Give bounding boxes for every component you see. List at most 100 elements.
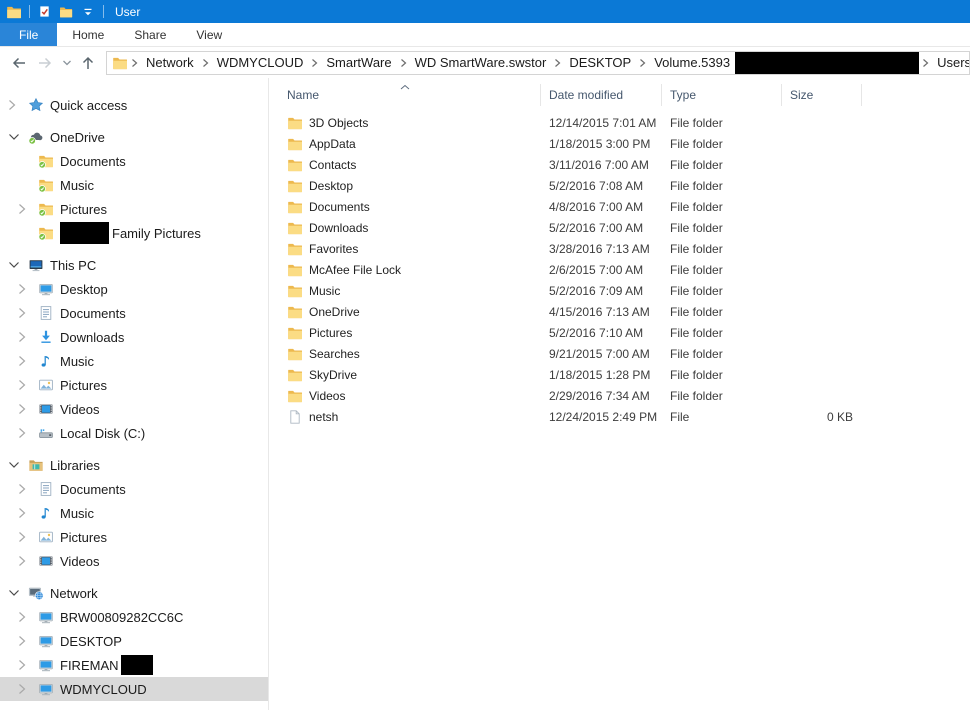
- file-row[interactable]: OneDrive 4/15/2016 7:13 AM File folder: [269, 301, 970, 322]
- sidebar-item-onedrive[interactable]: OneDrive: [0, 125, 268, 149]
- file-name: AppData: [309, 136, 356, 151]
- breadcrumb-network[interactable]: Network: [141, 55, 199, 70]
- sidebar-item-music[interactable]: Music: [0, 173, 268, 197]
- sidebar-item-label: Local Disk (C:): [60, 425, 146, 441]
- file-row[interactable]: Videos 2/29/2016 7:34 AM File folder: [269, 385, 970, 406]
- file-date-modified: 2/6/2015 7:00 AM: [549, 262, 644, 277]
- expander-collapsed-icon[interactable]: [18, 325, 38, 349]
- address-bar[interactable]: Network WDMYCLOUD SmartWare WD SmartWare.sw…: [106, 50, 970, 75]
- sidebar-item-family-pictures[interactable]: Family Pictures: [0, 221, 268, 245]
- expander-collapsed-icon[interactable]: [18, 605, 38, 629]
- up-arrow-icon[interactable]: [80, 55, 96, 71]
- expander-expanded-icon[interactable]: [8, 453, 28, 477]
- sidebar-item-pictures[interactable]: Pictures: [0, 373, 268, 397]
- computer-icon: [38, 609, 54, 625]
- synced-folder-icon: [38, 225, 54, 241]
- file-row[interactable]: SkyDrive 1/18/2015 1:28 PM File folder: [269, 364, 970, 385]
- column-header-type[interactable]: Type: [662, 84, 782, 106]
- sidebar-item-documents[interactable]: Documents: [0, 477, 268, 501]
- sidebar-item-fireman[interactable]: FIREMAN: [0, 653, 268, 677]
- sidebar-item-desktop[interactable]: DESKTOP: [0, 629, 268, 653]
- qat-new-folder-icon[interactable]: [57, 3, 75, 21]
- file-row[interactable]: Contacts 3/11/2016 7:00 AM File folder: [269, 154, 970, 175]
- expander-collapsed-icon[interactable]: [18, 277, 38, 301]
- column-header-date-modified[interactable]: Date modified: [541, 84, 662, 106]
- file-row[interactable]: Downloads 5/2/2016 7:00 AM File folder: [269, 217, 970, 238]
- sidebar-item-libraries[interactable]: Libraries: [0, 453, 268, 477]
- file-row[interactable]: Music 5/2/2016 7:09 AM File folder: [269, 280, 970, 301]
- file-row[interactable]: Desktop 5/2/2016 7:08 AM File folder: [269, 175, 970, 196]
- expander-collapsed-icon[interactable]: [18, 373, 38, 397]
- expander-collapsed-icon[interactable]: [18, 477, 38, 501]
- sidebar-item-desktop[interactable]: Desktop: [0, 277, 268, 301]
- expander-collapsed-icon[interactable]: [18, 677, 38, 701]
- file-name-cell: netsh: [269, 409, 541, 425]
- folder-icon: [287, 325, 303, 341]
- breadcrumb-wd-smartware-swstor[interactable]: WD SmartWare.swstor: [410, 55, 552, 70]
- qat-customize-toolbar-icon[interactable]: [79, 3, 97, 21]
- file-name-cell: Favorites: [269, 241, 541, 257]
- expander-collapsed-icon[interactable]: [18, 525, 38, 549]
- file-row[interactable]: netsh 12/24/2015 2:49 PM File 0 KB: [269, 406, 970, 427]
- expander-collapsed-icon[interactable]: [18, 549, 38, 573]
- sidebar-item-network[interactable]: Network: [0, 581, 268, 605]
- tab-file[interactable]: File: [0, 23, 58, 46]
- file-row[interactable]: 3D Objects 12/14/2015 7:01 AM File folder: [269, 112, 970, 133]
- breadcrumb-users[interactable]: Users: [932, 55, 969, 70]
- file-name: OneDrive: [309, 304, 360, 319]
- sidebar-item-music[interactable]: Music: [0, 349, 268, 373]
- file-row[interactable]: Documents 4/8/2016 7:00 AM File folder: [269, 196, 970, 217]
- qat-properties-icon[interactable]: [35, 3, 53, 21]
- tab-home[interactable]: Home: [57, 23, 119, 46]
- column-header-size[interactable]: Size: [782, 84, 862, 106]
- sidebar-item-quick-access[interactable]: Quick access: [0, 93, 268, 117]
- file-row[interactable]: AppData 1/18/2015 3:00 PM File folder: [269, 133, 970, 154]
- tab-view[interactable]: View: [181, 23, 237, 46]
- sidebar-item-brw00809282cc6c[interactable]: BRW00809282CC6C: [0, 605, 268, 629]
- expander-collapsed-icon[interactable]: [18, 301, 38, 325]
- expander-expanded-icon[interactable]: [8, 125, 28, 149]
- sidebar-item-documents[interactable]: Documents: [0, 301, 268, 325]
- forward-arrow-icon[interactable]: [36, 55, 54, 71]
- sidebar-item-videos[interactable]: Videos: [0, 549, 268, 573]
- breadcrumb-smartware[interactable]: SmartWare: [321, 55, 396, 70]
- pictures-icon: [38, 377, 54, 393]
- expander-collapsed-icon[interactable]: [18, 397, 38, 421]
- sidebar-item-downloads[interactable]: Downloads: [0, 325, 268, 349]
- folder-icon: [287, 115, 303, 131]
- expander-collapsed-icon[interactable]: [18, 653, 38, 677]
- file-row[interactable]: Pictures 5/2/2016 7:10 AM File folder: [269, 322, 970, 343]
- sidebar-item-wdmycloud[interactable]: WDMYCLOUD: [0, 677, 268, 701]
- breadcrumb-wdmycloud[interactable]: WDMYCLOUD: [212, 55, 309, 70]
- sidebar-item-local-disk-c[interactable]: Local Disk (C:): [0, 421, 268, 445]
- sidebar-item-label: Music: [60, 353, 94, 369]
- breadcrumb-volume-5393[interactable]: Volume.5393: [649, 55, 735, 70]
- file-row[interactable]: McAfee File Lock 2/6/2015 7:00 AM File fol…: [269, 259, 970, 280]
- expander-collapsed-icon[interactable]: [18, 421, 38, 445]
- file-row[interactable]: Searches 9/21/2015 7:00 AM File folder: [269, 343, 970, 364]
- expander-collapsed-icon[interactable]: [18, 629, 38, 653]
- expander-expanded-icon[interactable]: [8, 581, 28, 605]
- sidebar-item-pictures[interactable]: Pictures: [0, 525, 268, 549]
- sidebar-item-label: BRW00809282CC6C: [60, 609, 184, 625]
- sidebar-item-documents[interactable]: Documents: [0, 149, 268, 173]
- sidebar-item-label: Network: [50, 585, 98, 601]
- column-header-name[interactable]: Name: [269, 84, 541, 106]
- file-row[interactable]: Favorites 3/28/2016 7:13 AM File folder: [269, 238, 970, 259]
- sidebar-item-this-pc[interactable]: This PC: [0, 253, 268, 277]
- expander-collapsed-icon[interactable]: [18, 197, 38, 221]
- tab-share[interactable]: Share: [119, 23, 181, 46]
- sidebar-item-pictures[interactable]: Pictures: [0, 197, 268, 221]
- expander-collapsed-icon[interactable]: [8, 93, 28, 117]
- breadcrumb-desktop[interactable]: DESKTOP: [564, 55, 636, 70]
- sidebar-item-music[interactable]: Music: [0, 501, 268, 525]
- sidebar-item-label: Music: [60, 505, 94, 521]
- file-name: Desktop: [309, 178, 354, 193]
- recent-locations-dropdown-icon[interactable]: [62, 59, 72, 67]
- expander-collapsed-icon[interactable]: [18, 501, 38, 525]
- expander-collapsed-icon[interactable]: [18, 349, 38, 373]
- file-type: File folder: [670, 199, 723, 214]
- expander-expanded-icon[interactable]: [8, 253, 28, 277]
- back-arrow-icon[interactable]: [10, 55, 28, 71]
- sidebar-item-videos[interactable]: Videos: [0, 397, 268, 421]
